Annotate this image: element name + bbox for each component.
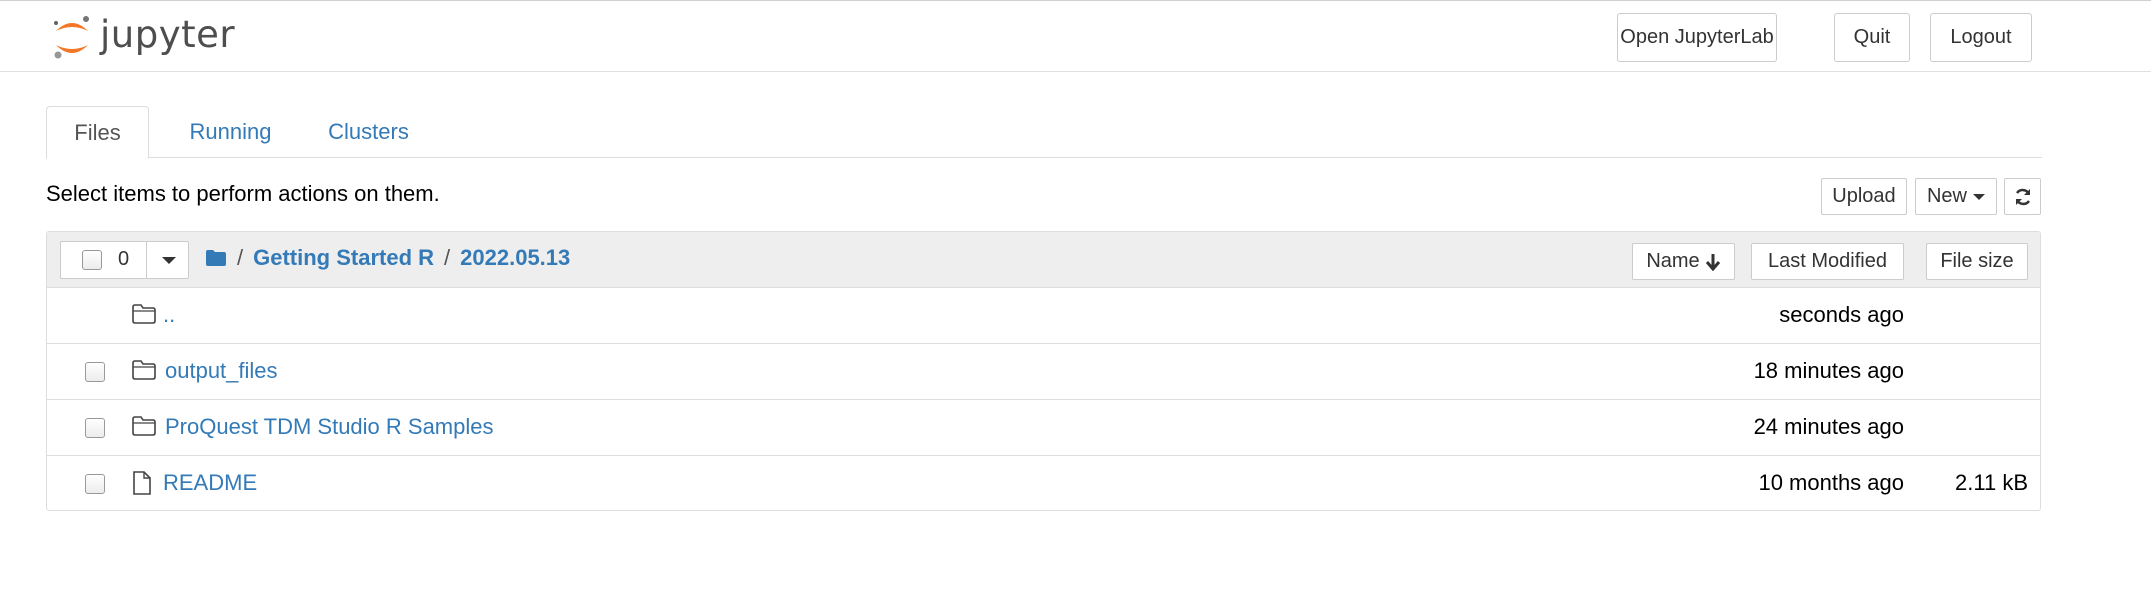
select-all-control[interactable]: 0 — [60, 241, 189, 279]
folder-icon — [132, 360, 156, 380]
jupyter-logo-icon — [54, 16, 89, 59]
folder-icon — [132, 416, 156, 436]
item-checkbox[interactable] — [85, 474, 105, 494]
tab-files[interactable]: Files — [46, 106, 149, 159]
tab-clusters[interactable]: Clusters — [316, 106, 421, 158]
arrow-down-icon — [1705, 253, 1720, 271]
tab-running[interactable]: Running — [168, 106, 293, 158]
open-jupyterlab-button[interactable]: Open JupyterLab — [1617, 13, 1777, 62]
breadcrumb-item-current[interactable]: 2022.05.13 — [460, 245, 570, 271]
item-file-size: 2.11 kB — [1955, 470, 2028, 495]
quit-button[interactable]: Quit — [1834, 13, 1910, 62]
item-last-modified: 10 months ago — [1758, 470, 1904, 495]
refresh-button[interactable] — [2004, 178, 2041, 215]
item-checkbox[interactable] — [85, 418, 105, 438]
item-last-modified: 24 minutes ago — [1753, 414, 1904, 439]
breadcrumb-item-getting-started-r[interactable]: Getting Started R — [253, 245, 434, 271]
list-item[interactable]: output_files 18 minutes ago — [47, 344, 2040, 400]
sort-by-file-size-button[interactable]: File size — [1926, 243, 2028, 280]
tab-bar: Files Running Clusters — [46, 106, 2042, 159]
list-item[interactable]: README 10 months ago 2.11 kB — [47, 456, 2040, 512]
item-last-modified: 18 minutes ago — [1753, 358, 1904, 383]
breadcrumb: / Getting Started R / 2022.05.13 — [205, 245, 570, 271]
item-checkbox[interactable] — [85, 362, 105, 382]
logout-button[interactable]: Logout — [1930, 13, 2032, 62]
caret-down-icon — [1973, 193, 1985, 200]
folder-home-icon[interactable] — [205, 249, 227, 267]
item-name-link[interactable]: output_files — [165, 358, 278, 384]
file-list: 0 / Getting Started R / 2022.05.13 Name … — [46, 231, 2041, 511]
file-list-header: 0 / Getting Started R / 2022.05.13 Name … — [47, 232, 2040, 288]
item-last-modified: seconds ago — [1779, 302, 1904, 327]
item-name-link[interactable]: ProQuest TDM Studio R Samples — [165, 414, 494, 440]
sort-by-last-modified-button[interactable]: Last Modified — [1751, 243, 1904, 280]
select-dropdown-caret-icon[interactable] — [162, 257, 176, 264]
item-name-link[interactable]: README — [163, 470, 257, 496]
header-bar: jupyter Open JupyterLab Quit Logout — [0, 1, 2151, 72]
sort-by-name-button[interactable]: Name — [1632, 243, 1735, 280]
new-dropdown-button[interactable]: New — [1915, 178, 1997, 215]
list-item[interactable]: ProQuest TDM Studio R Samples 24 minutes… — [47, 400, 2040, 456]
list-item[interactable]: .. seconds ago — [47, 288, 2040, 344]
breadcrumb-separator: / — [237, 245, 244, 270]
jupyter-logo[interactable]: jupyter — [50, 11, 235, 63]
instructions-text: Select items to perform actions on them. — [46, 181, 440, 206]
sort-name-label: Name — [1646, 250, 1700, 272]
file-icon — [133, 471, 151, 495]
refresh-icon — [2015, 188, 2030, 205]
item-name-link[interactable]: .. — [163, 302, 175, 328]
breadcrumb-separator: / — [444, 245, 451, 270]
select-all-checkbox[interactable] — [82, 250, 102, 270]
upload-button[interactable]: Upload — [1821, 178, 1907, 215]
folder-icon — [132, 304, 156, 324]
divider — [146, 242, 147, 278]
selected-count: 0 — [118, 248, 130, 270]
new-label: New — [1926, 185, 1967, 207]
logo-text: jupyter — [100, 12, 236, 56]
